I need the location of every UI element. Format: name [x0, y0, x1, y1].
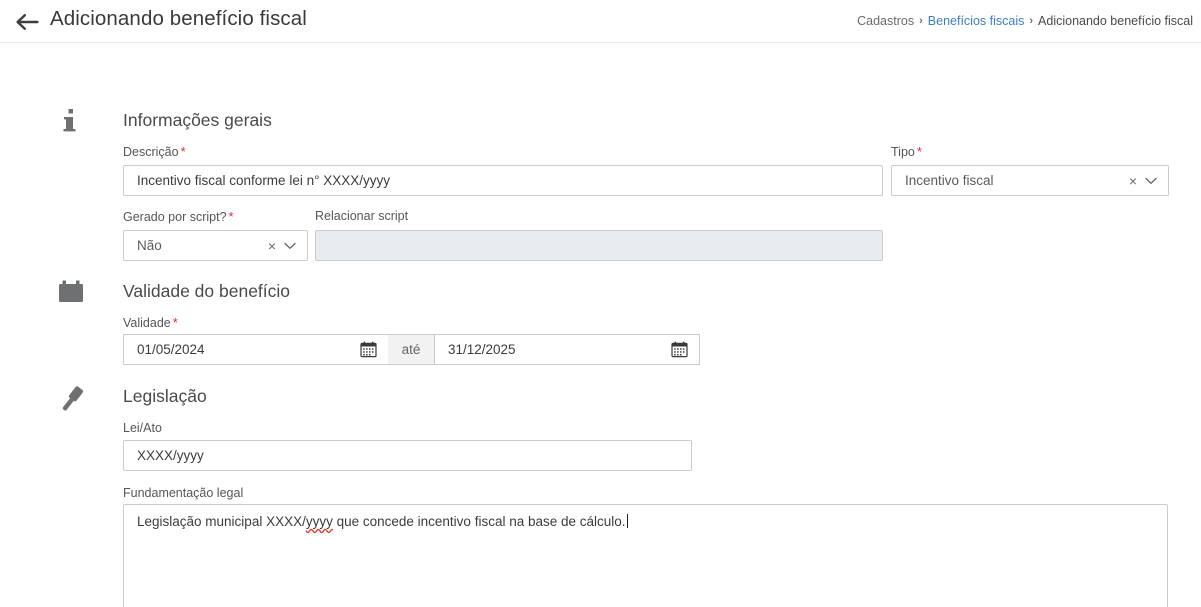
section-title-legislacao: Legislação — [123, 386, 207, 406]
label-lei-ato: Lei/Ato — [123, 421, 162, 435]
input-validade-fim[interactable] — [435, 334, 660, 365]
select-gerado-por-script-value: Não — [137, 238, 162, 253]
calendar-picker-button-inicio[interactable] — [348, 334, 388, 365]
textarea-text-after: que concede incentivo fiscal na base de … — [332, 514, 626, 529]
chevron-down-icon-gerado-por-script[interactable] — [282, 242, 307, 250]
required-asterisk-validade: * — [172, 315, 178, 330]
required-asterisk-gerado-por-script: * — [228, 209, 234, 224]
page-title: Adicionando benefício fiscal — [50, 7, 307, 30]
clear-icon-tipo[interactable]: × — [1123, 174, 1143, 188]
select-gerado-por-script[interactable]: Não × — [123, 230, 308, 261]
label-relacionar-script: Relacionar script — [315, 209, 409, 223]
input-relacionar-script — [315, 230, 883, 261]
breadcrumb-link-beneficios-fiscais[interactable]: Benefícios fiscais — [928, 14, 1025, 28]
breadcrumb-current: Adicionando benefício fiscal — [1038, 14, 1193, 28]
label-gerado-por-script: Gerado por script? * — [123, 209, 234, 224]
label-descricao-text: Descrição — [123, 145, 179, 159]
info-icon — [61, 107, 81, 142]
label-tipo: Tipo * — [891, 144, 922, 159]
breadcrumb: Cadastros › Benefícios fiscais › Adicion… — [857, 14, 1193, 28]
textarea-fundamentacao-legal-content: Legislação municipal XXXX/yyyy que conce… — [137, 513, 1154, 531]
textarea-text-before: Legislação municipal XXXX/ — [137, 514, 306, 529]
label-tipo-text: Tipo — [891, 145, 915, 159]
date-range-separator: até — [388, 334, 435, 365]
select-tipo-value: Incentivo fiscal — [905, 173, 994, 188]
date-range-validade: até — [123, 334, 700, 365]
section-title-validade-do-beneficio: Validade do benefício — [123, 281, 291, 301]
input-validade-inicio[interactable] — [123, 334, 348, 365]
calendar-icon-section — [57, 279, 87, 314]
breadcrumb-separator-2: › — [1029, 15, 1034, 27]
breadcrumb-item-cadastros[interactable]: Cadastros — [857, 14, 914, 28]
input-lei-ato[interactable] — [123, 440, 692, 471]
text-cursor — [626, 514, 628, 528]
label-descricao: Descrição * — [123, 144, 186, 159]
select-tipo[interactable]: Incentivo fiscal × — [891, 165, 1169, 196]
chevron-down-icon-tipo[interactable] — [1143, 177, 1168, 185]
clear-icon-gerado-por-script[interactable]: × — [262, 239, 282, 253]
label-validade-text: Validade — [123, 316, 171, 330]
input-descricao[interactable] — [123, 165, 883, 196]
label-gerado-por-script-text: Gerado por script? — [123, 210, 227, 224]
gavel-icon — [54, 382, 90, 421]
calendar-picker-button-fim[interactable] — [660, 334, 700, 365]
label-validade: Validade * — [123, 315, 178, 330]
back-arrow-icon[interactable] — [14, 9, 40, 35]
breadcrumb-separator-1: › — [919, 15, 923, 27]
page-header: Adicionando benefício fiscal Cadastros ›… — [0, 0, 1201, 43]
required-asterisk-descricao: * — [180, 144, 186, 159]
required-asterisk-tipo: * — [916, 144, 922, 159]
textarea-fundamentacao-legal[interactable]: Legislação municipal XXXX/yyyy que conce… — [123, 504, 1168, 607]
section-title-informacoes-gerais: Informações gerais — [123, 110, 272, 130]
label-fundamentacao-legal: Fundamentação legal — [123, 486, 244, 500]
textarea-text-misspelled: yyyy — [305, 514, 333, 529]
